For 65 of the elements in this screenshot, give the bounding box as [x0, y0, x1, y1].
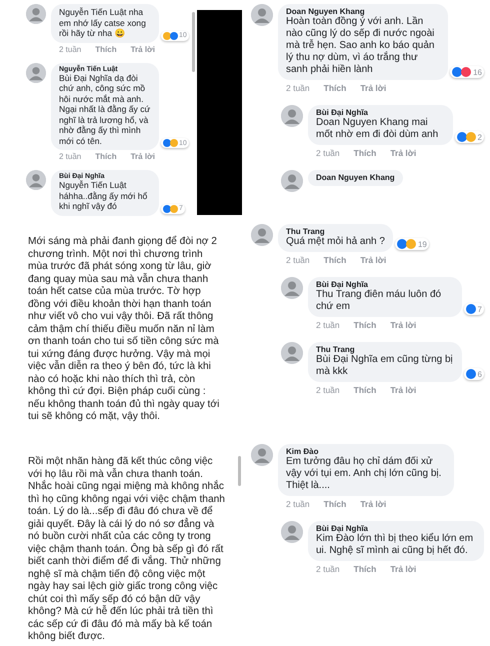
avatar: [26, 170, 46, 190]
like-link[interactable]: Thích: [354, 564, 376, 574]
comment-time: 2 tuần: [59, 152, 82, 161]
avatar: [251, 444, 273, 466]
comment-time: 2 tuần: [316, 385, 340, 395]
scrollbar[interactable]: [238, 456, 241, 486]
reaction-counter[interactable]: 7: [464, 303, 484, 315]
comment-text: Nguyễn Tiến Luật nha em nhớ lấy catse xong rồi hãy từ nha 😀: [59, 7, 147, 38]
reply-link[interactable]: Trả lời: [390, 385, 416, 395]
avatar: [281, 342, 303, 364]
avatar: [281, 277, 303, 299]
avatar: [26, 4, 46, 24]
post-text: Mới sáng mà phải đanh giọng để đòi nợ 2 chương trình. Một nơi thì chương trình mùa trước đã phát sóng xong từ lâu, giờ đang quay mùa sau mà vẫn chưa thanh toán hết catse của mùa trước. Tờ hợp đồng với điều khoản thời hạn thanh toán như viết vô cho vui vậy thôi. Đã rất thông cảm thậm chí thiếu điều muốn năn nỉ làm ơn thanh toán cho tui số tiền công sức mà tui xứng đáng được hưởng. Vậy mà mọi việc vẫn diễn ra theo ý bên đó, tức là khi nào có hoặc khi nào thích thì trả, còn không thì cứ đợi. Biện pháp cuối cùng : nếu không thanh toán đủ thì ngày quay tới tui sẽ không có mặt, vậy thôi.: [28, 236, 220, 424]
reaction-counter[interactable]: 19: [394, 238, 429, 250]
commenter-name[interactable]: Doan Nguyen Khang: [316, 173, 395, 182]
like-link[interactable]: Thích: [324, 83, 346, 93]
comment-time: 2 tuần: [286, 499, 310, 509]
comment-text: Em tưởng đâu họ chỉ dám đối xử vậy với tụi em. Anh chị lớn cũng bị. Thiệt là....: [286, 456, 442, 492]
avatar: [281, 105, 303, 127]
avatar: [251, 224, 273, 246]
avatar: [281, 170, 303, 192]
post-text: Rồi một nhãn hàng đã kết thúc công việc với họ lâu rồi mà vẫn chưa thanh toán. Nhắc hoài cũng ngại miệng mà không nhắc thì họ cũng không ngại với việc chậm thanh toán. Lý do là...sếp đi đâu đó chưa về để giải quyết. Đây là cái lý do nó sơ đẳng và nó buồn cười nhất của các công ty trong việc chậm thanh toán. Ông bà sếp gì đó rất biết canh thời điểm để đi vắng. Thử những nghệ sĩ mà chậm tiến độ công việc một ngày hay sai lệch giờ giấc trong công việc chút coi thì mấy sếp đó có bận dữ vậy không? Mà cứ hễ đến lúc phải trả tiền thì các sếp cứ đi đâu đó mà mấy bà kế toán không biết được.: [28, 456, 225, 644]
reply-link[interactable]: Trả lời: [390, 148, 416, 158]
reply-link[interactable]: Trả lời: [360, 83, 386, 93]
like-link[interactable]: Thích: [354, 385, 376, 395]
comment-time: 2 tuần: [316, 320, 340, 330]
comment-text: Bùi Đại Nghĩa dạ đòi chứ anh, công sức mồ hôi nước mắt mà anh. Ngại nhất là đằng ấy cứ nghĩ là trả lương hổ, và nhờ đằng ấy thì mình mới có tên.: [59, 72, 151, 146]
reply-link[interactable]: Trả lời: [360, 499, 386, 509]
commenter-name[interactable]: Kim Đào: [286, 447, 446, 456]
comment-text: Quá mệt mỏi hả anh ?: [286, 236, 385, 248]
comment-text: Nguyễn Tiến Luật háhha..đằng ấy mới hổ khi nghĩ vậy đó: [59, 180, 148, 212]
commenter-name[interactable]: Bùi Đại Nghĩa: [316, 280, 454, 289]
like-link[interactable]: Thích: [354, 148, 376, 158]
comment-time: 2 tuần: [286, 83, 310, 93]
reaction-counter[interactable]: 2: [454, 131, 484, 143]
reaction-counter[interactable]: 6: [464, 368, 484, 380]
commenter-name[interactable]: Thu Trang: [316, 345, 454, 354]
like-link[interactable]: Thích: [95, 44, 117, 54]
avatar: [281, 521, 303, 543]
reply-link[interactable]: Trả lời: [130, 44, 155, 54]
avatar: [26, 62, 46, 82]
comment-text: Thu Trang điên máu luôn đó chứ em: [316, 289, 442, 313]
reply-link[interactable]: Trả lời: [390, 320, 416, 330]
commenter-name[interactable]: Bùi Đại Nghĩa: [316, 108, 445, 117]
avatar: [251, 4, 273, 26]
commenter-name[interactable]: Doan Nguyen Khang: [286, 7, 440, 16]
comment-time: 2 tuần: [59, 44, 82, 54]
reply-link[interactable]: Trả lời: [360, 255, 386, 265]
comment-text: Hoàn toàn đồng ý với anh. Lần nào cũng lý do sếp đi nước ngoài mà trễ hẹn. Sao anh ko báo quản lý thu nợ dùm, vì áo trắng thư sanh phải hiền lành: [286, 16, 436, 76]
reply-link[interactable]: Trả lời: [390, 564, 416, 574]
comment-text: Bùi Đại Nghĩa em cũng từng bị mà kkk: [316, 354, 454, 378]
comment-time: 2 tuần: [316, 564, 340, 574]
commenter-name[interactable]: Bùi Đại Nghĩa: [316, 524, 476, 533]
like-link[interactable]: Thích: [95, 152, 117, 161]
like-link[interactable]: Thích: [354, 320, 376, 330]
commenter-name[interactable]: Thu Trang: [286, 227, 385, 236]
comment-time: 2 tuần: [286, 255, 310, 265]
like-link[interactable]: Thích: [324, 499, 346, 509]
like-link[interactable]: Thích: [324, 255, 346, 265]
comment-text: Kim Đào lớn thì bị theo kiểu lớn em ui. Nghệ sĩ mình ai cũng bị hết đó.: [316, 533, 474, 557]
scrollbar[interactable]: [192, 12, 195, 72]
reply-link[interactable]: Trả lời: [130, 152, 155, 161]
reaction-counter[interactable]: 16: [450, 66, 484, 78]
comment-time: 2 tuần: [316, 148, 340, 158]
comment-text: Doan Nguyen Khang mai mốt nhờ em đi đòi dùm anh: [316, 117, 440, 141]
